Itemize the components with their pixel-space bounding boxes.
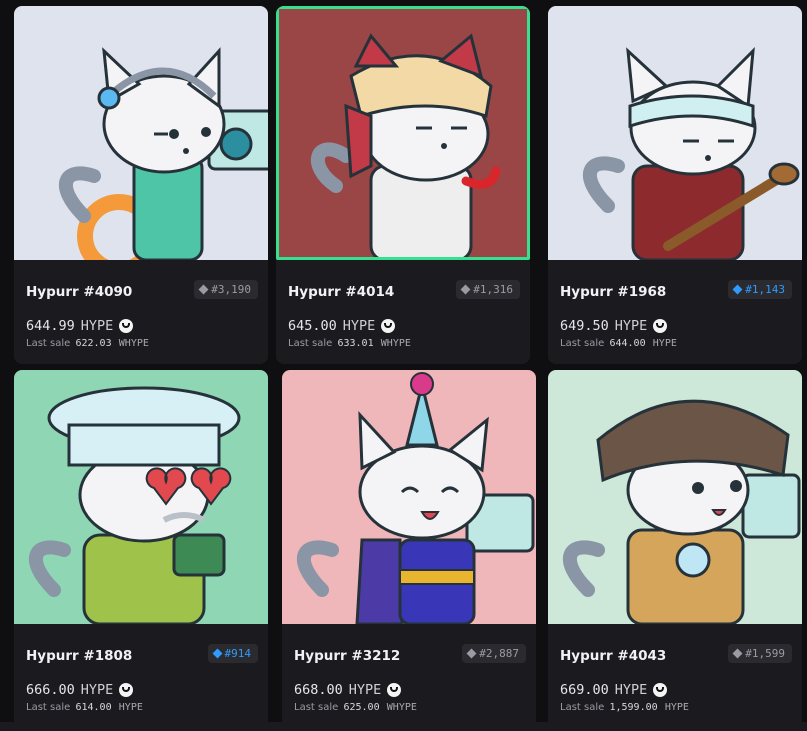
last-sale-value: 622.03: [75, 338, 112, 349]
price-value: 644.99: [26, 318, 75, 334]
rarity-diamond-icon: [460, 284, 471, 295]
last-sale-value: 614.00: [75, 702, 112, 713]
price-currency: HYPE: [342, 318, 376, 334]
hype-token-icon: [653, 683, 668, 697]
rarity-diamond-icon: [466, 648, 477, 659]
rank-value: #3,190: [211, 283, 251, 296]
price-currency: HYPE: [80, 682, 114, 698]
price-currency: HYPE: [80, 318, 114, 334]
bottom-scroll-edge: [0, 722, 807, 731]
last-sale-label: Last sale: [288, 338, 333, 349]
price-value: 645.00: [288, 318, 337, 334]
nft-image[interactable]: [276, 6, 530, 260]
rank-value: #2,887: [479, 647, 519, 660]
last-sale-value: 1,599.00: [609, 702, 658, 713]
rank-badge: #914: [207, 644, 258, 663]
last-sale-value: 625.00: [343, 702, 380, 713]
nft-title[interactable]: Hypurr #4090: [26, 284, 132, 300]
last-sale-label: Last sale: [26, 338, 71, 349]
last-sale: Last sale 622.03 WHYPE: [26, 338, 149, 349]
rank-badge: #1,143: [728, 280, 792, 299]
last-sale-value: 644.00: [609, 338, 646, 349]
price: 645.00 HYPE: [288, 318, 396, 334]
price-value: 669.00: [560, 682, 609, 698]
hype-token-icon: [381, 319, 396, 333]
last-sale-label: Last sale: [560, 702, 605, 713]
last-sale: Last sale 644.00 HYPE: [560, 338, 677, 349]
last-sale: Last sale 625.00 WHYPE: [294, 702, 417, 713]
price-currency: HYPE: [614, 682, 648, 698]
nft-title[interactable]: Hypurr #1968: [560, 284, 666, 300]
price-value: 668.00: [294, 682, 343, 698]
rank-badge: #1,599: [728, 644, 792, 663]
nft-image[interactable]: [282, 370, 536, 624]
price-currency: HYPE: [348, 682, 382, 698]
rarity-diamond-icon: [212, 648, 222, 659]
last-sale-label: Last sale: [560, 338, 605, 349]
rank-badge: #1,316: [456, 280, 520, 299]
price-value: 649.50: [560, 318, 609, 334]
nft-title[interactable]: Hypurr #1808: [26, 648, 132, 664]
price: 669.00 HYPE: [560, 682, 668, 698]
nft-card[interactable]: Hypurr #1968 #1,143 649.50 HYPE Last sal…: [548, 6, 802, 364]
hype-token-icon: [119, 683, 134, 697]
last-sale-currency: WHYPE: [380, 338, 411, 349]
nft-image[interactable]: [14, 370, 268, 624]
last-sale: Last sale 614.00 HYPE: [26, 702, 143, 713]
last-sale-label: Last sale: [26, 702, 71, 713]
price: 644.99 HYPE: [26, 318, 134, 334]
price-currency: HYPE: [614, 318, 648, 334]
last-sale-label: Last sale: [294, 702, 339, 713]
price: 649.50 HYPE: [560, 318, 668, 334]
price-value: 666.00: [26, 682, 75, 698]
nft-title[interactable]: Hypurr #3212: [294, 648, 400, 664]
nft-card[interactable]: Hypurr #4043 #1,599 669.00 HYPE Last sal…: [548, 370, 802, 728]
nft-card[interactable]: Hypurr #4090 #3,190 644.99 HYPE Last sal…: [14, 6, 268, 364]
last-sale-currency: HYPE: [664, 702, 689, 713]
nft-card[interactable]: Hypurr #3212 #2,887 668.00 HYPE Last sal…: [282, 370, 536, 728]
rank-value: #1,316: [473, 283, 513, 296]
last-sale: Last sale 1,599.00 HYPE: [560, 702, 689, 713]
rarity-diamond-icon: [732, 284, 743, 295]
rank-badge: #3,190: [194, 280, 258, 299]
hype-token-icon: [387, 683, 402, 697]
nft-grid: Hypurr #4090 #3,190 644.99 HYPE Last sal…: [0, 0, 807, 731]
rank-badge: #2,887: [462, 644, 526, 663]
nft-card[interactable]: Hypurr #4014 #1,316 645.00 HYPE Last sal…: [276, 6, 530, 364]
nft-card[interactable]: Hypurr #1808 #914 666.00 HYPE Last sale …: [14, 370, 268, 728]
last-sale: Last sale 633.01 WHYPE: [288, 338, 411, 349]
rank-value: #1,599: [745, 647, 785, 660]
last-sale-currency: WHYPE: [386, 702, 417, 713]
last-sale-currency: HYPE: [118, 702, 143, 713]
nft-title[interactable]: Hypurr #4014: [288, 284, 394, 300]
nft-image[interactable]: [548, 6, 802, 260]
last-sale-currency: HYPE: [652, 338, 677, 349]
rank-value: #914: [224, 647, 252, 660]
nft-image[interactable]: [548, 370, 802, 624]
hype-token-icon: [119, 319, 134, 333]
nft-title[interactable]: Hypurr #4043: [560, 648, 666, 664]
rarity-diamond-icon: [198, 284, 209, 295]
hype-token-icon: [653, 319, 668, 333]
nft-image[interactable]: [14, 6, 268, 260]
rank-value: #1,143: [745, 283, 785, 296]
rarity-diamond-icon: [732, 648, 743, 659]
price: 666.00 HYPE: [26, 682, 134, 698]
price: 668.00 HYPE: [294, 682, 402, 698]
last-sale-currency: WHYPE: [118, 338, 149, 349]
last-sale-value: 633.01: [337, 338, 374, 349]
